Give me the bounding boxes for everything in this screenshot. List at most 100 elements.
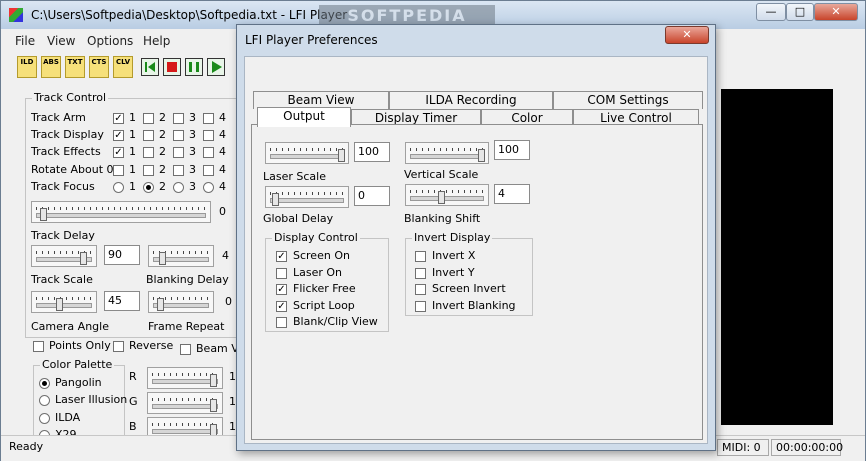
- vertical-scale-field[interactable]: 100: [494, 140, 530, 160]
- track-row2-checkbox-2[interactable]: [143, 147, 154, 158]
- rewind-button[interactable]: [141, 58, 159, 76]
- open-txt-button[interactable]: TXT: [65, 56, 85, 78]
- status-time: 00:00:00:00: [771, 439, 843, 456]
- blanking-delay-value: 4: [222, 249, 229, 262]
- palette-radio-1[interactable]: [39, 395, 50, 406]
- menu-help[interactable]: Help: [143, 34, 170, 48]
- track-row1-checkbox-3[interactable]: [173, 130, 184, 141]
- output-tab-page: 100 Laser Scale 100 Vertical Scale 0 Glo…: [251, 124, 703, 440]
- pref-checkbox[interactable]: [415, 251, 426, 262]
- track-row2-checkbox-4[interactable]: [203, 147, 214, 158]
- pref-checkbox[interactable]: [276, 317, 287, 328]
- track-delay-slider[interactable]: [31, 245, 97, 267]
- global-delay-field[interactable]: 0: [354, 186, 390, 206]
- track-main-slider[interactable]: [31, 201, 211, 223]
- open-clv-button[interactable]: CLV: [113, 56, 133, 78]
- video-preview: [721, 89, 833, 425]
- track-effects-label: Track Effects: [31, 145, 101, 158]
- track-number-label: 1: [129, 111, 136, 124]
- reverse-checkbox[interactable]: [113, 341, 124, 352]
- track-focus-radio-4[interactable]: [203, 182, 214, 193]
- points-only-label: Points Only: [49, 339, 111, 352]
- pref-checkbox[interactable]: [276, 284, 287, 295]
- track-row3-checkbox-1[interactable]: [113, 165, 124, 176]
- track-number-label: 4: [219, 111, 226, 124]
- pref-checkbox-label: Laser On: [293, 265, 343, 279]
- maximize-button[interactable]: □: [786, 3, 814, 21]
- open-ild-button[interactable]: ILD: [17, 56, 37, 78]
- track-number-label: 2: [159, 180, 166, 193]
- track-number-label: 2: [159, 128, 166, 141]
- frame-repeat-slider[interactable]: [148, 291, 214, 313]
- pref-checkbox[interactable]: [415, 300, 426, 312]
- menu-view[interactable]: View: [47, 34, 75, 48]
- laser-scale-field[interactable]: 100: [354, 142, 390, 162]
- beam-view-checkbox[interactable]: [180, 344, 191, 355]
- track-row0-checkbox-2[interactable]: [143, 113, 154, 124]
- track-focus-radio-2[interactable]: [143, 182, 154, 193]
- tab-output[interactable]: Output: [257, 107, 351, 127]
- pref-checkbox[interactable]: [415, 267, 426, 279]
- channel-value: 1: [229, 420, 236, 433]
- track-number-label: 3: [189, 145, 196, 158]
- track-number-label: 1: [129, 180, 136, 193]
- palette-radio-0[interactable]: [39, 378, 50, 389]
- track-row0-checkbox-3[interactable]: [173, 113, 184, 124]
- track-number-label: 2: [159, 111, 166, 124]
- channel-value: 1: [229, 395, 236, 408]
- pref-checkbox[interactable]: [276, 300, 287, 312]
- track-row1-checkbox-2[interactable]: [143, 130, 154, 141]
- track-number-label: 4: [219, 145, 226, 158]
- track-scale-slider[interactable]: [31, 291, 97, 313]
- stop-button[interactable]: [163, 58, 181, 76]
- palette-option-label: ILDA: [55, 411, 81, 424]
- open-cts-button[interactable]: CTS: [89, 56, 109, 78]
- palette-radio-2[interactable]: [39, 413, 50, 424]
- track-row1-checkbox-1[interactable]: [113, 130, 124, 141]
- track-number-label: 3: [189, 128, 196, 141]
- points-only-checkbox[interactable]: [33, 341, 44, 352]
- pref-checkbox[interactable]: [276, 267, 287, 279]
- channel-slider[interactable]: [147, 367, 223, 389]
- track-row1-checkbox-4[interactable]: [203, 130, 214, 141]
- dialog-close-button[interactable]: ✕: [665, 26, 709, 44]
- menu-options[interactable]: Options: [87, 34, 133, 48]
- open-abs-button[interactable]: ABS: [41, 56, 61, 78]
- blanking-delay-label: Blanking Delay: [146, 273, 229, 286]
- track-control-title: Track Control: [32, 91, 109, 104]
- blanking-shift-label: Blanking Shift: [404, 212, 481, 225]
- track-delay-field[interactable]: 90: [104, 245, 140, 265]
- pref-checkbox[interactable]: [276, 251, 287, 262]
- camera-angle-label: Camera Angle: [31, 320, 109, 333]
- blanking-shift-field[interactable]: 4: [494, 184, 530, 204]
- track-number-label: 4: [219, 128, 226, 141]
- blanking-delay-slider[interactable]: [148, 245, 214, 267]
- laser-scale-label: Laser Scale: [263, 170, 326, 183]
- track-row0-checkbox-1[interactable]: [113, 113, 124, 124]
- track-row3-checkbox-3[interactable]: [173, 165, 184, 176]
- pref-checkbox[interactable]: [415, 284, 426, 295]
- channel-slider[interactable]: [147, 392, 223, 414]
- track-focus-radio-1[interactable]: [113, 182, 124, 193]
- invert-display-title: Invert Display: [412, 231, 493, 244]
- track-number-label: 4: [219, 163, 226, 176]
- tab-ilda-recording[interactable]: ILDA Recording: [389, 91, 553, 109]
- blanking-shift-slider[interactable]: [405, 184, 489, 206]
- track-row3-checkbox-2[interactable]: [143, 165, 154, 176]
- track-focus-radio-3[interactable]: [173, 182, 184, 193]
- minimize-button[interactable]: —: [756, 3, 786, 21]
- global-delay-slider[interactable]: [265, 186, 349, 208]
- track-row3-checkbox-4[interactable]: [203, 165, 214, 176]
- track-row2-checkbox-3[interactable]: [173, 147, 184, 158]
- tab-com-settings[interactable]: COM Settings: [553, 91, 703, 109]
- track-row2-checkbox-1[interactable]: [113, 147, 124, 158]
- close-button[interactable]: ✕: [814, 3, 858, 21]
- display-control-title: Display Control: [272, 231, 360, 244]
- laser-scale-slider[interactable]: [265, 142, 349, 164]
- menu-file[interactable]: File: [15, 34, 35, 48]
- track-row0-checkbox-4[interactable]: [203, 113, 214, 124]
- pause-button[interactable]: [185, 58, 203, 76]
- play-button[interactable]: [207, 58, 225, 76]
- track-scale-field[interactable]: 45: [104, 291, 140, 311]
- vertical-scale-slider[interactable]: [405, 142, 489, 164]
